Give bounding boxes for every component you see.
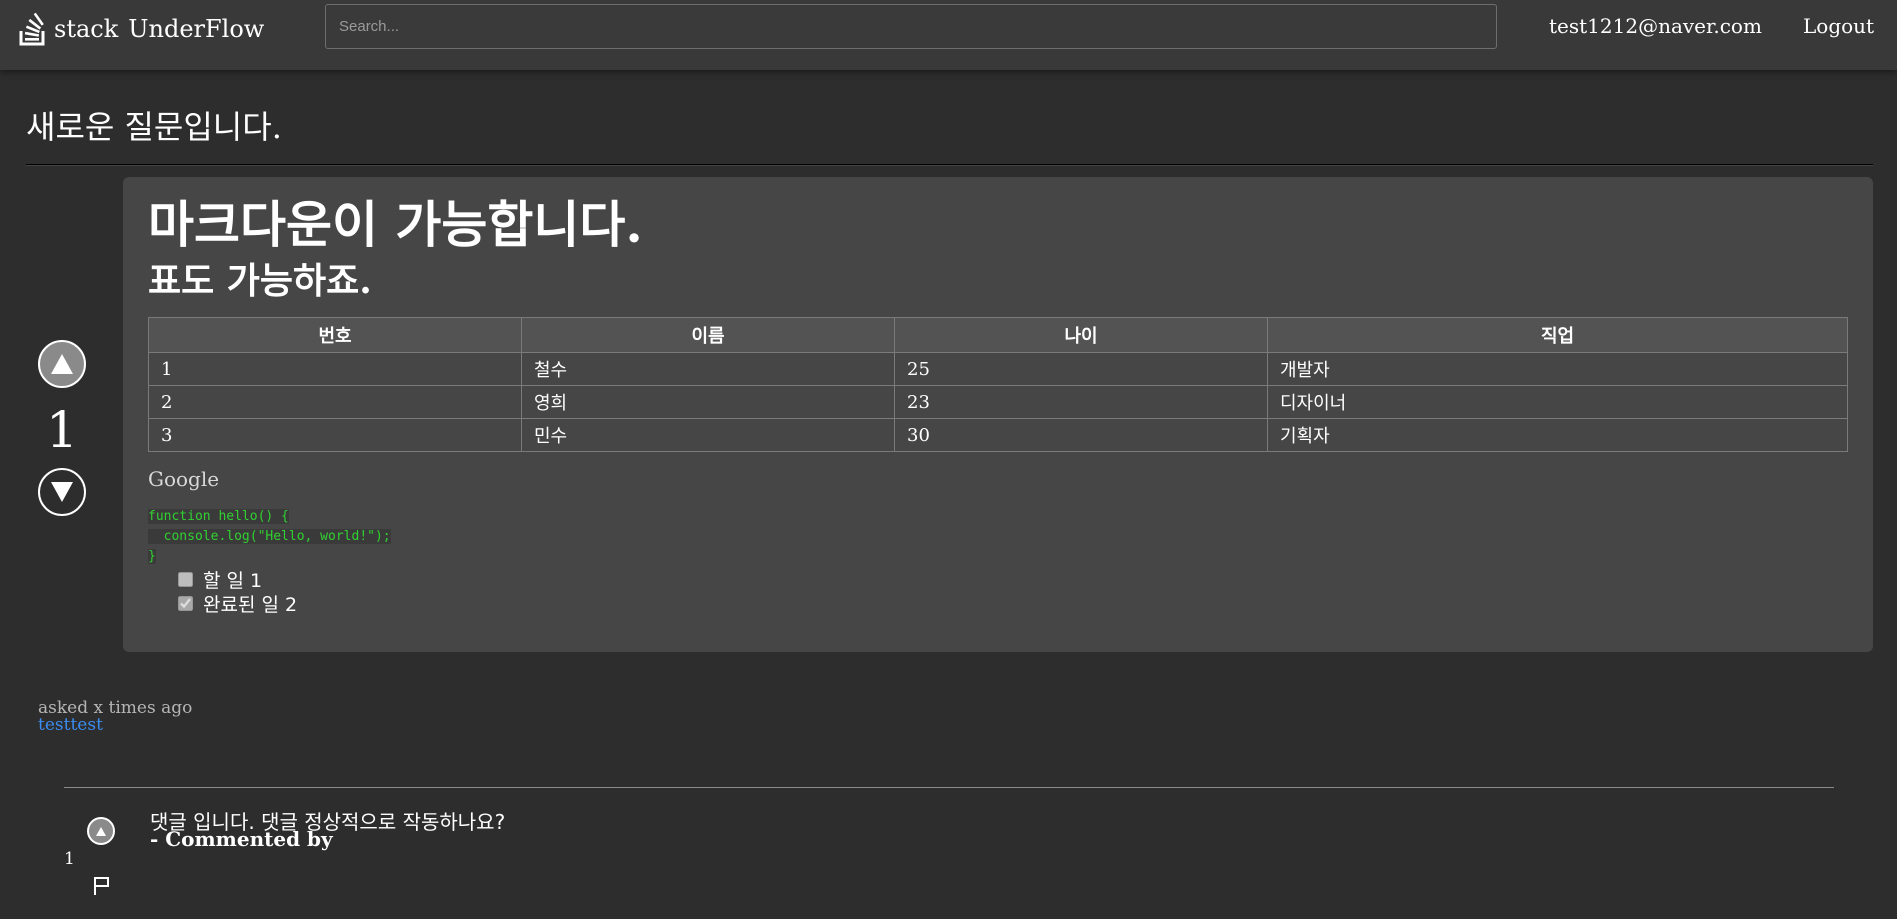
code-block: function hello() { console.log("Hello, w… (148, 507, 391, 567)
question-title: 새로운 질문입니다. (26, 108, 282, 146)
table-cell: 25 (894, 352, 1268, 386)
flag-icon (94, 877, 109, 895)
table-cell: 기획자 (1267, 418, 1848, 452)
search-input[interactable] (325, 4, 1497, 49)
table-cell: 개발자 (1267, 352, 1848, 386)
logo[interactable]: stack UnderFlow (18, 9, 264, 49)
table-cell: 민수 (521, 418, 895, 452)
question-body: 마크다운이 가능합니다. 표도 가능하죠. 번호 이름 나이 직업 1 철수 2… (123, 177, 1873, 652)
triangle-up-icon (51, 354, 73, 374)
task-label: 완료된 일 2 (203, 594, 298, 616)
comment-vote-count: 1 (64, 849, 75, 869)
google-link[interactable]: Google (148, 467, 219, 491)
comment-divider (64, 787, 1834, 788)
code-line: } (148, 549, 156, 564)
brand-name: stack UnderFlow (54, 15, 264, 43)
markdown-table: 번호 이름 나이 직업 1 철수 25 개발자 2 영희 23 디자이너 3 민… (148, 317, 1848, 452)
vote-count: 1 (46, 401, 78, 459)
markdown-heading-2: 표도 가능하죠. (148, 260, 372, 302)
comment-author: - Commented by (150, 827, 333, 851)
brand-part2: UnderFlow (128, 15, 265, 43)
table-cell: 영희 (521, 385, 895, 419)
table-header-cell: 직업 (1267, 317, 1848, 353)
triangle-down-icon (51, 482, 73, 502)
table-cell: 디자이너 (1267, 385, 1848, 419)
markdown-heading-1: 마크다운이 가능합니다. (148, 195, 643, 254)
triangle-up-icon (96, 826, 106, 836)
title-divider (26, 164, 1873, 166)
task-item[interactable]: 할 일 1 (178, 566, 262, 593)
table-row: 2 영희 23 디자이너 (148, 385, 1848, 419)
task-checkbox[interactable] (178, 596, 193, 611)
table-header-cell: 번호 (148, 317, 522, 353)
task-item[interactable]: 완료된 일 2 (178, 590, 297, 617)
flag-button[interactable] (93, 876, 111, 900)
brand-part1: stack (54, 15, 119, 43)
table-cell: 2 (148, 385, 522, 419)
author-link[interactable]: testtest (38, 715, 103, 735)
code-line: function hello() { (148, 509, 289, 524)
upvote-button[interactable] (38, 340, 86, 388)
table-cell: 3 (148, 418, 522, 452)
table-header-cell: 나이 (894, 317, 1268, 353)
task-label: 할 일 1 (203, 570, 263, 592)
stack-logo-icon (18, 11, 50, 47)
code-line: console.log("Hello, world!"); (148, 529, 391, 544)
user-email-link[interactable]: test1212@naver.com (1549, 14, 1762, 38)
downvote-button[interactable] (38, 468, 86, 516)
table-row: 1 철수 25 개발자 (148, 352, 1848, 386)
table-cell: 철수 (521, 352, 895, 386)
task-checkbox[interactable] (178, 572, 193, 587)
logout-button[interactable]: Logout (1803, 14, 1874, 38)
table-cell: 30 (894, 418, 1268, 452)
table-header-cell: 이름 (521, 317, 895, 353)
top-navbar: stack UnderFlow test1212@naver.com Logout (0, 0, 1897, 70)
table-row: 3 민수 30 기획자 (148, 418, 1848, 452)
table-cell: 1 (148, 352, 522, 386)
comment-upvote-button[interactable] (87, 817, 115, 845)
table-cell: 23 (894, 385, 1268, 419)
table-header-row: 번호 이름 나이 직업 (148, 317, 1848, 353)
